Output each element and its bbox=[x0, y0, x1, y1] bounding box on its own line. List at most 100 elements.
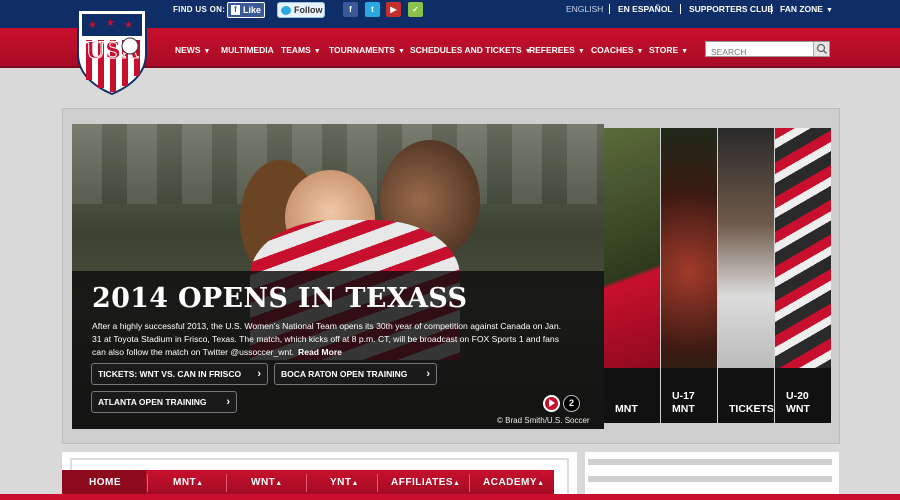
thumbnail-image bbox=[604, 128, 660, 368]
nav-store[interactable]: STORE ▼ bbox=[649, 45, 688, 55]
nav-teams-label: TEAMS bbox=[281, 45, 311, 55]
footer-red-strip bbox=[0, 494, 900, 500]
supporters-club-link[interactable]: SUPPORTERS CLUB bbox=[689, 4, 774, 14]
tab-divider bbox=[147, 474, 148, 492]
tab-ynt-label: YNT bbox=[330, 477, 352, 488]
youtube-icon[interactable]: ▶ bbox=[386, 2, 401, 17]
search-box bbox=[705, 41, 830, 59]
facebook-like-label: Like bbox=[243, 5, 262, 15]
nav-multimedia[interactable]: MULTIMEDIA bbox=[221, 45, 274, 55]
caret-up-icon: ▲ bbox=[537, 480, 545, 487]
svg-text:★: ★ bbox=[88, 20, 97, 31]
nav-coaches[interactable]: COACHES ▼ bbox=[591, 45, 643, 55]
language-spanish-link[interactable]: EN ESPAÑOL bbox=[618, 4, 673, 14]
fan-zone-label: FAN ZONE bbox=[780, 4, 823, 14]
caret-up-icon: ▲ bbox=[196, 480, 204, 487]
divider bbox=[771, 4, 772, 14]
chevron-down-icon: ▼ bbox=[397, 48, 405, 55]
caret-up-icon: ▲ bbox=[453, 480, 461, 487]
atlanta-link-button[interactable]: ATLANTA OPEN TRAINING › bbox=[91, 391, 237, 413]
nav-multimedia-label: MULTIMEDIA bbox=[221, 45, 274, 55]
slide-number-button[interactable]: 2 bbox=[563, 395, 580, 412]
svg-text:★: ★ bbox=[106, 18, 115, 29]
nav-news[interactable]: NEWS ▼ bbox=[175, 45, 210, 55]
thumbnail-u20-wnt[interactable]: U-20 WNT bbox=[775, 128, 831, 423]
chevron-down-icon: ▼ bbox=[825, 7, 833, 14]
find-us-on-label: FIND US ON: bbox=[173, 5, 226, 14]
tab-academy[interactable]: ACADEMY▲ bbox=[483, 470, 545, 496]
nav-referees[interactable]: REFEREES ▼ bbox=[529, 45, 585, 55]
chevron-right-icon: › bbox=[257, 368, 261, 380]
tab-mnt[interactable]: MNT▲ bbox=[173, 470, 204, 496]
twitter-follow-label: Follow bbox=[294, 5, 323, 15]
sidebar-divider bbox=[588, 459, 832, 465]
chevron-down-icon: ▼ bbox=[636, 48, 644, 55]
tab-wnt-label: WNT bbox=[251, 477, 276, 488]
tab-divider bbox=[226, 474, 227, 492]
thumbnail-image bbox=[661, 128, 717, 368]
tab-home[interactable]: HOME bbox=[62, 470, 146, 496]
fan-zone-menu[interactable]: FAN ZONE ▼ bbox=[780, 4, 833, 14]
chevron-down-icon: ▼ bbox=[681, 48, 689, 55]
chevron-right-icon: › bbox=[226, 396, 230, 408]
hero-description: After a highly successful 2013, the U.S.… bbox=[92, 320, 570, 360]
chevron-down-icon: ▼ bbox=[203, 48, 211, 55]
us-soccer-logo[interactable]: ★ ★ ★ USA bbox=[74, 6, 150, 96]
nav-schedules-tickets[interactable]: SCHEDULES AND TICKETS ▼ bbox=[410, 45, 532, 55]
nav-teams[interactable]: TEAMS ▼ bbox=[281, 45, 321, 55]
twitter-follow-button[interactable]: Follow bbox=[277, 2, 325, 18]
twitter-icon[interactable]: t bbox=[365, 2, 380, 17]
tab-wnt[interactable]: WNT▲ bbox=[251, 470, 283, 496]
atlanta-link-label: ATLANTA OPEN TRAINING bbox=[98, 397, 207, 407]
thumbnail-label-line1: U-17 bbox=[672, 390, 695, 402]
tab-affiliates-label: AFFILIATES bbox=[391, 477, 454, 488]
svg-text:★: ★ bbox=[124, 20, 133, 31]
search-input[interactable] bbox=[706, 45, 814, 59]
tab-divider bbox=[377, 474, 378, 492]
thumbnail-label: TICKETS bbox=[729, 403, 774, 415]
thumbnail-image bbox=[775, 128, 831, 368]
nav-tournaments-label: TOURNAMENTS bbox=[329, 45, 395, 55]
divider bbox=[609, 4, 610, 14]
tab-ynt[interactable]: YNT▲ bbox=[330, 470, 359, 496]
tab-divider bbox=[306, 474, 307, 492]
nav-news-label: NEWS bbox=[175, 45, 201, 55]
nav-referees-label: REFEREES bbox=[529, 45, 575, 55]
tab-divider bbox=[469, 474, 470, 492]
tickets-link-button[interactable]: TICKETS: WNT VS. CAN IN FRISCO › bbox=[91, 363, 268, 385]
nav-schedules-label: SCHEDULES AND TICKETS bbox=[410, 45, 522, 55]
thumbnail-label: WNT bbox=[786, 403, 810, 415]
thumbnail-mnt[interactable]: MNT bbox=[604, 128, 660, 423]
play-icon[interactable] bbox=[543, 395, 560, 412]
facebook-icon[interactable]: f bbox=[343, 2, 358, 17]
thumbnail-label: MNT bbox=[615, 403, 638, 415]
nav-store-label: STORE bbox=[649, 45, 679, 55]
search-icon bbox=[816, 43, 828, 55]
thumbnail-tickets[interactable]: TICKETS bbox=[718, 128, 774, 423]
thumbnail-label: MNT bbox=[672, 403, 695, 415]
chevron-down-icon: ▼ bbox=[577, 48, 585, 55]
caret-up-icon: ▲ bbox=[275, 480, 283, 487]
twitter-bird-icon bbox=[281, 5, 291, 15]
chevron-right-icon: › bbox=[426, 368, 430, 380]
search-button[interactable] bbox=[813, 42, 829, 56]
hero-title[interactable]: 2014 OPENS IN TEXASS bbox=[92, 283, 467, 314]
language-english-link[interactable]: ENGLISH bbox=[566, 4, 603, 14]
foursquare-icon[interactable]: ✓ bbox=[408, 2, 423, 17]
caret-up-icon: ▲ bbox=[351, 480, 359, 487]
tab-academy-label: ACADEMY bbox=[483, 477, 538, 488]
nav-tournaments[interactable]: TOURNAMENTS ▼ bbox=[329, 45, 405, 55]
sidebar-divider bbox=[588, 476, 832, 482]
divider bbox=[680, 4, 681, 14]
tab-affiliates[interactable]: AFFILIATES▲ bbox=[391, 470, 460, 496]
thumbnail-image bbox=[718, 128, 774, 368]
facebook-like-button[interactable]: f Like bbox=[227, 2, 265, 18]
read-more-link[interactable]: Read More bbox=[298, 347, 342, 357]
nav-coaches-label: COACHES bbox=[591, 45, 634, 55]
thumbnail-label-line1: U-20 bbox=[786, 390, 809, 402]
boca-raton-link-label: BOCA RATON OPEN TRAINING bbox=[281, 369, 408, 379]
facebook-icon: f bbox=[231, 5, 240, 15]
chevron-down-icon: ▼ bbox=[313, 48, 321, 55]
thumbnail-u17-mnt[interactable]: U-17 MNT bbox=[661, 128, 717, 423]
boca-raton-link-button[interactable]: BOCA RATON OPEN TRAINING › bbox=[274, 363, 437, 385]
